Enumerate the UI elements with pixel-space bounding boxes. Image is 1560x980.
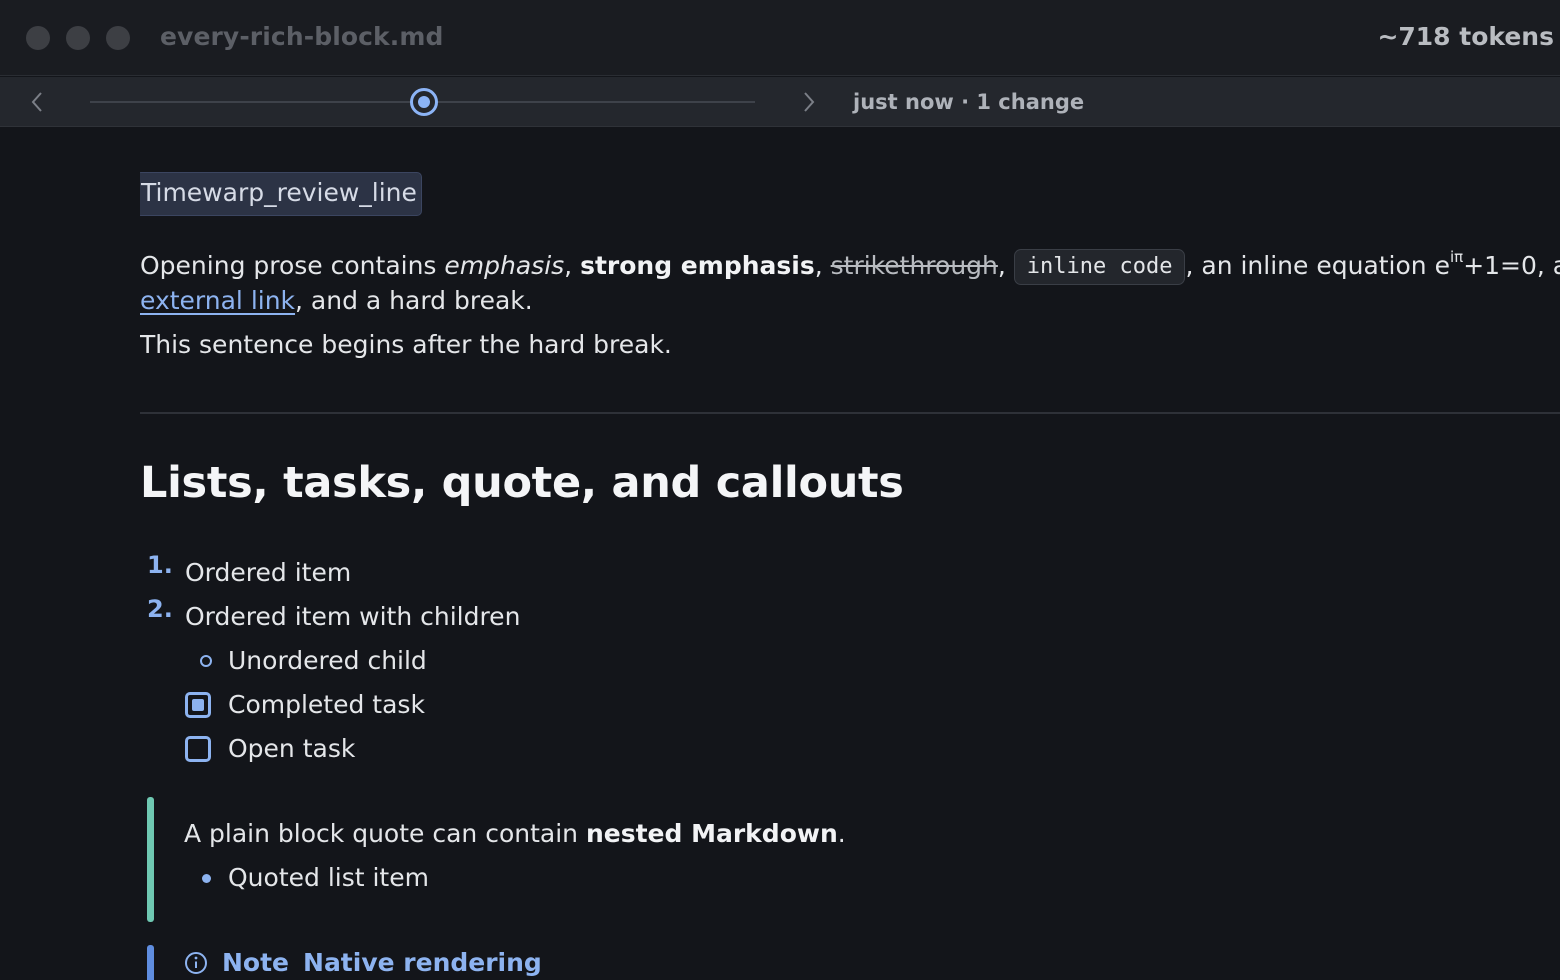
previous-version-button[interactable] bbox=[22, 87, 52, 117]
ordered-list-item: Ordered item bbox=[185, 558, 352, 587]
ordered-list-number: 2. bbox=[147, 595, 173, 623]
opening-paragraph-line-2: external link, and a hard break. bbox=[140, 279, 533, 323]
section-heading: Lists, tasks, quote, and callouts bbox=[140, 458, 904, 508]
text-run: Opening prose contains bbox=[140, 251, 445, 280]
inline-code: inline code bbox=[1013, 249, 1186, 285]
callout-header: Note Native rendering bbox=[184, 941, 542, 980]
zoom-window-button[interactable] bbox=[106, 26, 130, 50]
text-run: . bbox=[837, 819, 846, 848]
external-link[interactable]: external link bbox=[140, 286, 295, 315]
strong-text: nested Markdown bbox=[585, 819, 838, 848]
hollow-bullet-icon bbox=[200, 655, 212, 667]
chevron-right-icon bbox=[804, 92, 815, 112]
timeline-status: just now · 1 change bbox=[853, 90, 1085, 114]
blockquote-text: A plain block quote can contain nested M… bbox=[184, 812, 846, 856]
text-run: , bbox=[814, 251, 831, 280]
task-checkbox-checked[interactable] bbox=[185, 692, 211, 718]
text-run: , bbox=[997, 251, 1014, 280]
bullet-icon bbox=[202, 874, 211, 883]
horizontal-rule bbox=[140, 412, 1560, 414]
task-item: Completed task bbox=[228, 690, 425, 719]
task-item: Open task bbox=[228, 734, 356, 763]
timewarp-timeline: just now · 1 change bbox=[0, 77, 1560, 127]
timeline-slider-handle[interactable] bbox=[410, 88, 438, 116]
callout-title: Native rendering bbox=[303, 948, 542, 977]
text-run: +1=0, an bbox=[1463, 251, 1560, 280]
document-body: Timewarp_review_line Opening prose conta… bbox=[140, 128, 1560, 980]
title-bar: every-rich-block.md ~718 tokens bbox=[0, 0, 1560, 76]
unordered-child-item: Unordered child bbox=[228, 646, 427, 675]
equation-superscript: iπ bbox=[1449, 248, 1464, 266]
emphasis-text: emphasis bbox=[444, 251, 565, 280]
quoted-list-item: Quoted list item bbox=[228, 863, 429, 892]
task-checkbox-unchecked[interactable] bbox=[185, 736, 211, 762]
blockquote-bar bbox=[147, 797, 154, 922]
callout-kind: Note bbox=[222, 948, 290, 977]
hard-break-line: This sentence begins after the hard brea… bbox=[140, 330, 672, 359]
text-run: , and a hard break. bbox=[295, 286, 533, 315]
strong-text: strong emphasis bbox=[580, 251, 815, 280]
ordered-list-number: 1. bbox=[147, 551, 173, 579]
next-version-button[interactable] bbox=[794, 87, 824, 117]
strikethrough-text: strikethrough bbox=[830, 251, 998, 280]
chevron-left-icon bbox=[31, 92, 42, 112]
text-run: A plain block quote can contain bbox=[184, 819, 586, 848]
ordered-list-item: Ordered item with children bbox=[185, 602, 521, 631]
minimize-window-button[interactable] bbox=[66, 26, 90, 50]
document-title: every-rich-block.md bbox=[160, 22, 444, 51]
token-count: ~718 tokens bbox=[1377, 22, 1554, 51]
text-run: , an inline equation e bbox=[1185, 251, 1450, 280]
callout-bar bbox=[147, 945, 154, 980]
close-window-button[interactable] bbox=[26, 26, 50, 50]
text-run: , bbox=[564, 251, 581, 280]
info-icon bbox=[185, 952, 207, 974]
review-line-tag[interactable]: Timewarp_review_line bbox=[140, 172, 422, 216]
